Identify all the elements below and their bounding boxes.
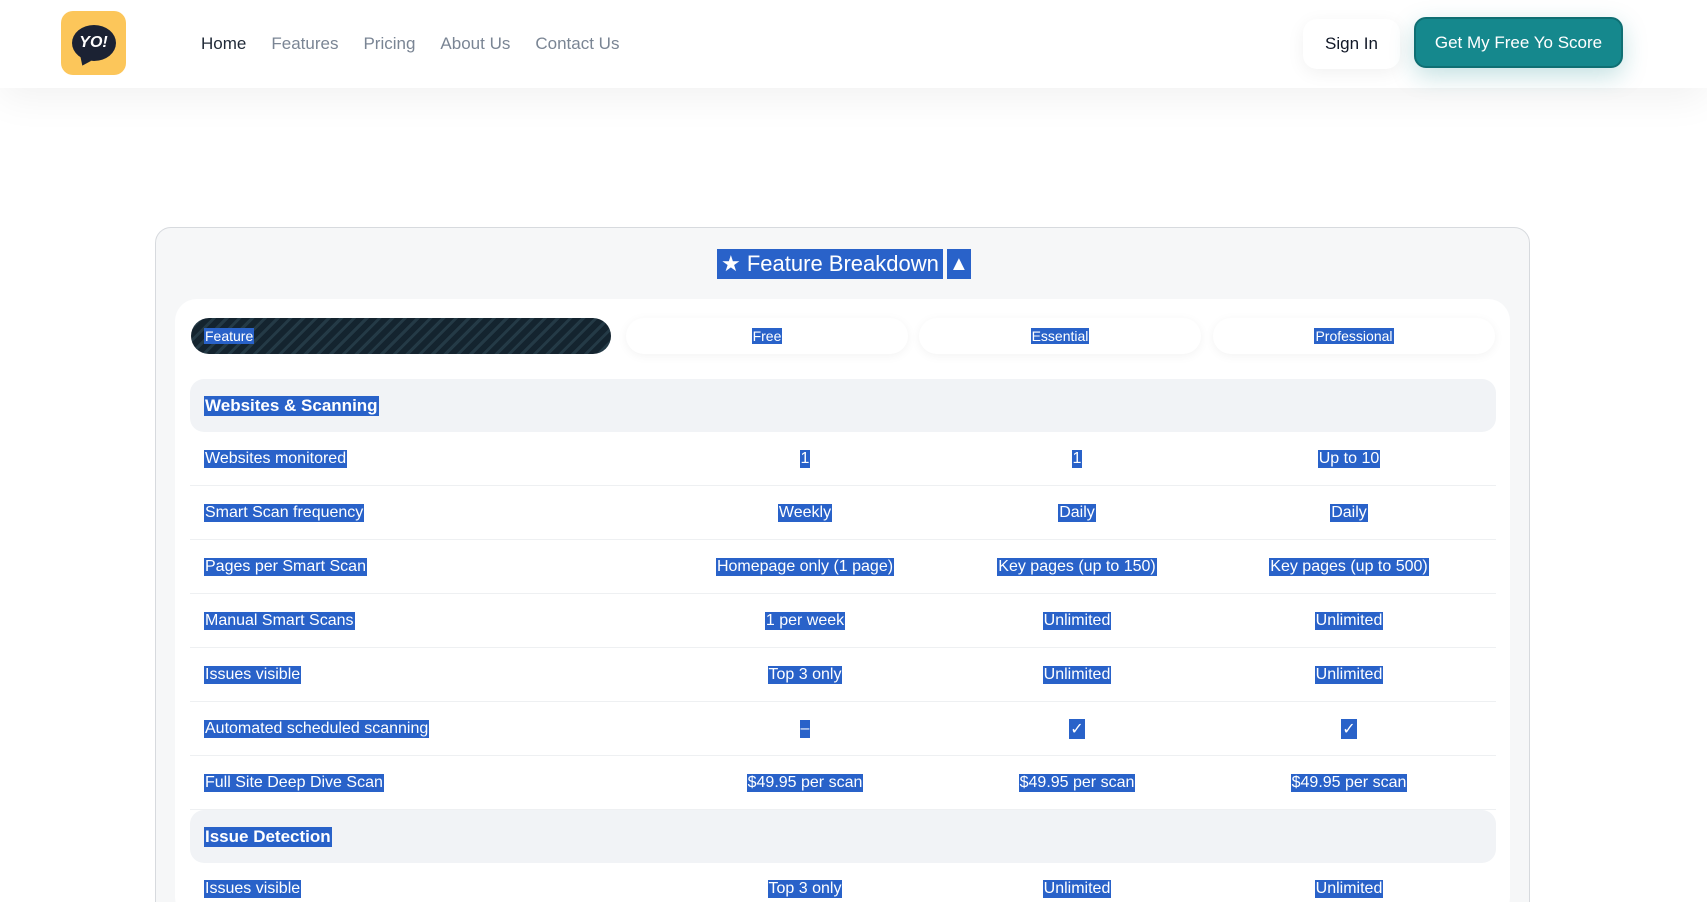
table-row: Pages per Smart Scan Homepage only (1 pa… xyxy=(190,540,1496,594)
cell-free: Top 3 only xyxy=(767,666,843,684)
cell-free: Homepage only (1 page) xyxy=(715,558,895,576)
row-label: Manual Smart Scans xyxy=(204,612,355,630)
cell-essential: Unlimited xyxy=(1042,666,1112,684)
nav-features[interactable]: Features xyxy=(271,34,338,54)
column-header-professional[interactable]: Professional xyxy=(1213,318,1495,354)
check-icon: ✓ xyxy=(1341,719,1357,739)
cell-professional: Daily xyxy=(1330,504,1368,522)
nav-home[interactable]: Home xyxy=(201,34,246,54)
sign-in-button[interactable]: Sign In xyxy=(1303,19,1400,69)
cell-professional: Up to 10 xyxy=(1317,450,1381,468)
logo-speech-bubble-icon: YO! xyxy=(71,25,116,61)
logo-text: YO! xyxy=(79,34,108,51)
column-header-essential-label: Essential xyxy=(1030,328,1090,344)
table-row: Websites monitored 1 1 Up to 10 xyxy=(190,432,1496,486)
table-row: Issues visible Top 3 only Unlimited Unli… xyxy=(190,648,1496,702)
row-label: Full Site Deep Dive Scan xyxy=(204,774,384,792)
column-header-free[interactable]: Free xyxy=(626,318,908,354)
column-header-free-label: Free xyxy=(751,328,783,344)
main-nav: Home Features Pricing About Us Contact U… xyxy=(201,0,644,88)
nav-pricing[interactable]: Pricing xyxy=(363,34,415,54)
cell-essential: Key pages (up to 150) xyxy=(997,558,1157,576)
cell-essential: Daily xyxy=(1058,504,1096,522)
cell-essential: Unlimited xyxy=(1042,880,1112,898)
cell-free: $49.95 per scan xyxy=(746,774,864,792)
row-label: Issues visible xyxy=(204,880,302,898)
section-websites-scanning: Websites & Scanning xyxy=(190,379,1496,432)
column-header-feature: Feature xyxy=(191,318,611,354)
row-label: Issues visible xyxy=(204,666,302,684)
cell-professional: Unlimited xyxy=(1314,612,1384,630)
cell-essential: 1 xyxy=(1071,450,1083,468)
cell-professional: Key pages (up to 500) xyxy=(1269,558,1429,576)
get-free-score-button[interactable]: Get My Free Yo Score xyxy=(1414,17,1623,68)
check-icon: ✓ xyxy=(1069,719,1085,739)
table-row: Issues visible Top 3 only Unlimited Unli… xyxy=(190,862,1496,902)
feature-breakdown-title[interactable]: ★ Feature Breakdown ▲ xyxy=(717,249,971,279)
star-icon: ★ xyxy=(721,251,741,276)
feature-breakdown-heading: ★ Feature Breakdown xyxy=(717,249,943,279)
cell-professional: Unlimited xyxy=(1314,880,1384,898)
feature-breakdown-label: Feature Breakdown xyxy=(746,251,939,276)
cell-free: 1 xyxy=(799,450,811,468)
cell-professional: Unlimited xyxy=(1314,666,1384,684)
nav-contact-us[interactable]: Contact Us xyxy=(535,34,619,54)
logo[interactable]: YO! xyxy=(61,11,126,75)
row-label: Pages per Smart Scan xyxy=(204,558,367,576)
site-header: YO! Home Features Pricing About Us Conta… xyxy=(0,0,1707,88)
table-row: Automated scheduled scanning – ✓ ✓ xyxy=(190,702,1496,756)
dash-icon: – xyxy=(799,720,811,738)
cell-free: 1 per week xyxy=(764,612,846,630)
nav-about-us[interactable]: About Us xyxy=(440,34,510,54)
row-label: Websites monitored xyxy=(204,450,348,468)
row-label: Smart Scan frequency xyxy=(204,504,365,522)
section-title: Websites & Scanning xyxy=(204,395,379,416)
cell-free: Weekly xyxy=(777,504,833,522)
column-header-essential[interactable]: Essential xyxy=(919,318,1201,354)
section-title: Issue Detection xyxy=(204,826,332,847)
table-row: Smart Scan frequency Weekly Daily Daily xyxy=(190,486,1496,540)
cell-essential: $49.95 per scan xyxy=(1018,774,1136,792)
cell-professional: $49.95 per scan xyxy=(1290,774,1408,792)
cell-essential: Unlimited xyxy=(1042,612,1112,630)
triangle-up-icon[interactable]: ▲ xyxy=(946,249,971,279)
column-header-professional-label: Professional xyxy=(1314,328,1394,344)
row-label: Automated scheduled scanning xyxy=(204,720,430,738)
cell-free: Top 3 only xyxy=(767,880,843,898)
table-row: Full Site Deep Dive Scan $49.95 per scan… xyxy=(190,756,1496,810)
column-header-feature-label: Feature xyxy=(204,328,255,344)
table-row: Manual Smart Scans 1 per week Unlimited … xyxy=(190,594,1496,648)
section-issue-detection: Issue Detection xyxy=(190,810,1496,863)
